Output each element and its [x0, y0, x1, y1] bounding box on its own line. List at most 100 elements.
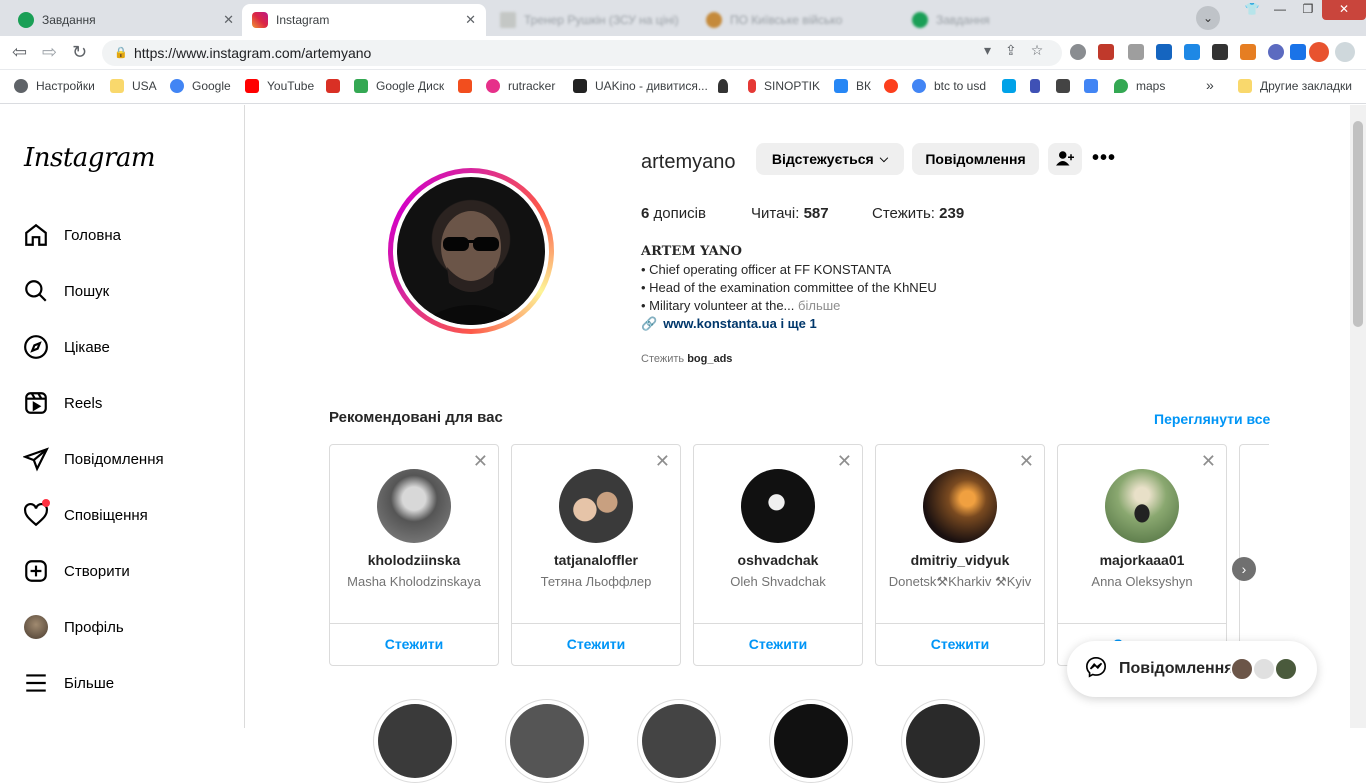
globe-icon[interactable] — [1070, 44, 1086, 60]
suggest-people-button[interactable] — [1048, 143, 1082, 175]
back-button[interactable]: ⇦ — [12, 42, 27, 63]
suggestion-avatar[interactable] — [741, 469, 815, 543]
bio-link[interactable]: 🔗 www.konstanta.ua і ще 1 — [641, 315, 817, 333]
highlight[interactable] — [769, 699, 853, 783]
close-icon[interactable]: ✕ — [473, 451, 488, 472]
following-button[interactable]: Відстежується ⌵ — [756, 143, 904, 175]
bookmark-item[interactable]: Google Диск — [354, 79, 444, 93]
close-icon[interactable]: ✕ — [1201, 451, 1216, 472]
highlight[interactable] — [373, 699, 457, 783]
chevron-right-icon[interactable]: › — [1232, 557, 1256, 581]
suggestion-avatar[interactable] — [923, 469, 997, 543]
suggestion-card[interactable]: ✕ majorkaaa01 Anna Oleksyshyn Стежити — [1057, 444, 1227, 666]
tab-tasks[interactable]: Завдання ✕ — [8, 4, 244, 36]
following-stat[interactable]: Стежить: 239 — [872, 205, 964, 222]
url-input[interactable]: 🔒 https://www.instagram.com/artemyano — [102, 40, 1062, 66]
tab-page[interactable]: Завдання — [902, 4, 1082, 36]
nav-notifications[interactable]: Сповіщення — [22, 495, 148, 535]
nav-explore[interactable]: Цікаве — [22, 327, 110, 367]
follow-button[interactable]: Стежити — [330, 636, 498, 652]
follow-button[interactable]: Стежити — [876, 636, 1044, 652]
suggestion-username[interactable]: tatjanaloffler — [512, 552, 680, 568]
nav-search[interactable]: Пошук — [22, 271, 109, 311]
terminal-icon[interactable] — [1212, 44, 1228, 60]
suggestion-avatar[interactable] — [377, 469, 451, 543]
extension-icon[interactable] — [1156, 44, 1172, 60]
nav-home[interactable]: Головна — [22, 215, 121, 255]
options-dots-icon[interactable]: ••• — [1092, 147, 1116, 170]
maximize-button[interactable]: ❐ — [1294, 0, 1322, 20]
download-icon[interactable] — [1290, 44, 1306, 60]
suggestion-card[interactable]: ✕ kholodziinska Masha Kholodzinskaya Сте… — [329, 444, 499, 666]
menu-dots-icon[interactable] — [1335, 42, 1355, 62]
customize-icon[interactable]: 👕 — [1238, 0, 1266, 20]
followers-stat[interactable]: Читачі: 587 — [751, 205, 829, 222]
bookmark-item[interactable] — [1030, 79, 1048, 93]
nav-profile[interactable]: Профіль — [22, 607, 124, 647]
highlight[interactable] — [901, 699, 985, 783]
close-icon[interactable]: ✕ — [837, 451, 852, 472]
highlight[interactable] — [505, 699, 589, 783]
message-button[interactable]: Повідомлення — [912, 143, 1039, 175]
messages-pill[interactable]: Повідомлення — [1067, 641, 1317, 697]
suggestion-avatar[interactable] — [1105, 469, 1179, 543]
close-icon[interactable]: ✕ — [223, 12, 234, 28]
nav-create[interactable]: Створити — [22, 551, 130, 591]
see-all-link[interactable]: Переглянути все — [1154, 411, 1270, 427]
extension-icon[interactable] — [1240, 44, 1256, 60]
suggestion-card[interactable]: ✕ oshvadchak Oleh Shvadchak Стежити — [693, 444, 863, 666]
suggestion-card[interactable]: ✕ tatjanaloffler Тетяна Льоффлер Стежити — [511, 444, 681, 666]
suggestion-card[interactable]: ✕ dmitriy_vidyuk Donetsk⚒Kharkiv ⚒Kyiv С… — [875, 444, 1045, 666]
bookmark-item[interactable]: Настройки — [14, 79, 95, 93]
suggestion-username[interactable]: oshvadchak — [694, 552, 862, 568]
other-bookmarks[interactable]: Другие закладки — [1238, 79, 1352, 93]
profile-icon[interactable] — [1309, 42, 1329, 62]
minimize-button[interactable]: — — [1266, 0, 1294, 20]
bookmark-item[interactable]: ВК — [834, 79, 871, 93]
extension-icon[interactable] — [1098, 44, 1114, 60]
close-icon[interactable]: ✕ — [465, 12, 476, 28]
bookmark-item[interactable]: maps — [1114, 79, 1165, 93]
profile-avatar[interactable] — [388, 168, 554, 334]
nav-messages[interactable]: Повідомлення — [22, 439, 164, 479]
star-icon[interactable]: ☆ — [1031, 42, 1044, 59]
bookmark-item[interactable]: Google — [170, 79, 231, 93]
puzzle-icon[interactable] — [1268, 44, 1284, 60]
suggestion-username[interactable]: kholodziinska — [330, 552, 498, 568]
tab-page[interactable]: Тренер Рушкін (ЗСУ на ціні) — [490, 4, 690, 36]
nav-reels[interactable]: Reels — [22, 383, 102, 423]
tab-instagram[interactable]: Instagram ✕ — [242, 4, 486, 36]
tab-page[interactable]: ПО Київське військо — [696, 4, 896, 36]
reload-button[interactable]: ↻ — [72, 42, 87, 63]
bio-more-link[interactable]: більше — [798, 298, 840, 313]
bookmark-item[interactable]: SINOPTIK — [748, 79, 820, 93]
briefcase-icon[interactable] — [1128, 44, 1144, 60]
bookmark-item[interactable] — [1002, 79, 1024, 93]
bookmark-item[interactable] — [1056, 79, 1078, 93]
close-icon[interactable]: ✕ — [1019, 451, 1034, 472]
bookmark-item[interactable]: btc to usd — [912, 79, 986, 93]
close-window-button[interactable]: ✕ — [1322, 0, 1366, 20]
highlight[interactable] — [637, 699, 721, 783]
close-icon[interactable]: ✕ — [655, 451, 670, 472]
instagram-logo[interactable]: Instagram — [24, 143, 156, 173]
suggestion-username[interactable]: dmitriy_vidyuk — [876, 552, 1044, 568]
suggestion-avatar[interactable] — [559, 469, 633, 543]
page-scrollbar[interactable] — [1350, 105, 1366, 728]
bookmark-item[interactable] — [326, 79, 348, 93]
nav-more[interactable]: Більше — [22, 663, 114, 703]
bookmark-item[interactable] — [884, 79, 906, 93]
scrollbar-thumb[interactable] — [1353, 121, 1363, 327]
bookmark-item[interactable]: USA — [110, 79, 157, 93]
forward-button[interactable]: ⇨ — [42, 42, 57, 63]
bookmark-item[interactable] — [458, 79, 480, 93]
follow-button[interactable]: Стежити — [512, 636, 680, 652]
bookmark-item[interactable] — [718, 79, 736, 93]
download-extension-icon[interactable] — [1184, 44, 1200, 60]
bookmark-item[interactable]: rutracker — [486, 79, 555, 93]
suggestion-username[interactable]: majorkaaa01 — [1058, 552, 1226, 568]
bookmark-item[interactable]: YouTube — [245, 79, 314, 93]
more-bookmarks-button[interactable]: » — [1206, 77, 1214, 93]
tab-search-button[interactable]: ⌄ — [1196, 6, 1220, 30]
share-icon[interactable]: ⇪ — [1005, 42, 1017, 59]
